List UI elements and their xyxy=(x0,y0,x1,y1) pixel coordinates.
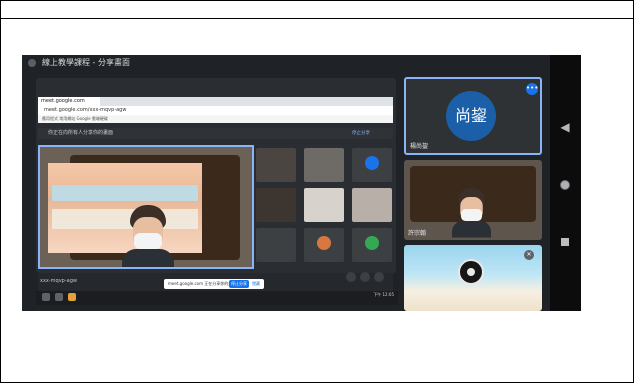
recent-apps-icon[interactable] xyxy=(558,235,572,249)
avatar: 尚鋆 xyxy=(446,91,496,141)
stop-presenting-link[interactable]: 停止分享 xyxy=(352,128,412,139)
participant-person xyxy=(452,188,491,238)
participant-tile-main[interactable]: 尚鋆 ••• 楊尚鋆 xyxy=(404,77,542,155)
face-mask xyxy=(134,233,162,249)
participant-tile[interactable] xyxy=(304,148,344,182)
back-icon[interactable]: ◀ xyxy=(558,120,572,134)
taskbar-clock: 下午 12:05 xyxy=(373,292,394,297)
task-view-icon[interactable] xyxy=(55,293,63,301)
torso xyxy=(122,249,174,267)
meet-logo-icon xyxy=(28,58,36,67)
participant-tile[interactable] xyxy=(352,228,392,262)
participant-grid xyxy=(256,148,396,266)
mic-off-icon: ✕ xyxy=(524,250,534,260)
presenting-banner-text: 你正在向所有人分享你的畫面 xyxy=(48,130,114,136)
chat-icon[interactable] xyxy=(374,272,384,282)
participant-tile[interactable] xyxy=(352,148,392,182)
hide-notice-button[interactable]: 隱藏 xyxy=(252,280,260,288)
slide-band xyxy=(52,185,198,201)
presenter-person xyxy=(122,205,174,267)
avatar xyxy=(365,236,379,250)
more-options-icon[interactable]: ••• xyxy=(526,83,538,95)
participant-tile[interactable] xyxy=(256,228,296,262)
browser-bookmarks-bar[interactable]: 應用程式 常用網站 Google 雲端硬碟 xyxy=(38,115,393,123)
search-icon[interactable] xyxy=(42,293,50,301)
participant-tile[interactable] xyxy=(352,188,392,222)
windows-taskbar xyxy=(36,291,398,305)
participant-tile[interactable] xyxy=(256,148,296,182)
participant-tile[interactable] xyxy=(304,188,344,222)
home-icon[interactable] xyxy=(558,178,572,192)
avatar xyxy=(365,156,379,170)
participant-name: 許宗翰 xyxy=(408,230,427,237)
participant-tile-video[interactable]: 許宗翰 xyxy=(404,160,542,240)
stop-sharing-button[interactable]: 停止分享 xyxy=(229,280,249,288)
header-rule xyxy=(1,18,633,19)
info-icon[interactable] xyxy=(346,272,356,282)
browser-url-text: meet.google.com/xxx-mqvp-agw xyxy=(44,107,127,113)
meeting-title: 線上教學課程 - 分享畫面 xyxy=(28,55,388,70)
chrome-icon[interactable] xyxy=(68,293,76,301)
participant-tile[interactable] xyxy=(256,188,296,222)
torso xyxy=(452,221,491,238)
people-icon[interactable] xyxy=(360,272,370,282)
obs-logo-icon xyxy=(458,259,484,285)
avatar xyxy=(317,236,331,250)
participant-tile-obs[interactable]: ✕ xyxy=(404,245,542,311)
presenter-video[interactable] xyxy=(38,145,254,269)
participant-tile[interactable] xyxy=(304,228,344,262)
meeting-code: xxx-mqvp-agw xyxy=(40,278,77,284)
participant-name: 楊尚鋆 xyxy=(410,143,429,150)
face-mask xyxy=(461,209,482,221)
browser-tab[interactable]: meet.google.com xyxy=(38,97,100,106)
browser-tabstrip: meet.google.com xyxy=(38,97,393,106)
